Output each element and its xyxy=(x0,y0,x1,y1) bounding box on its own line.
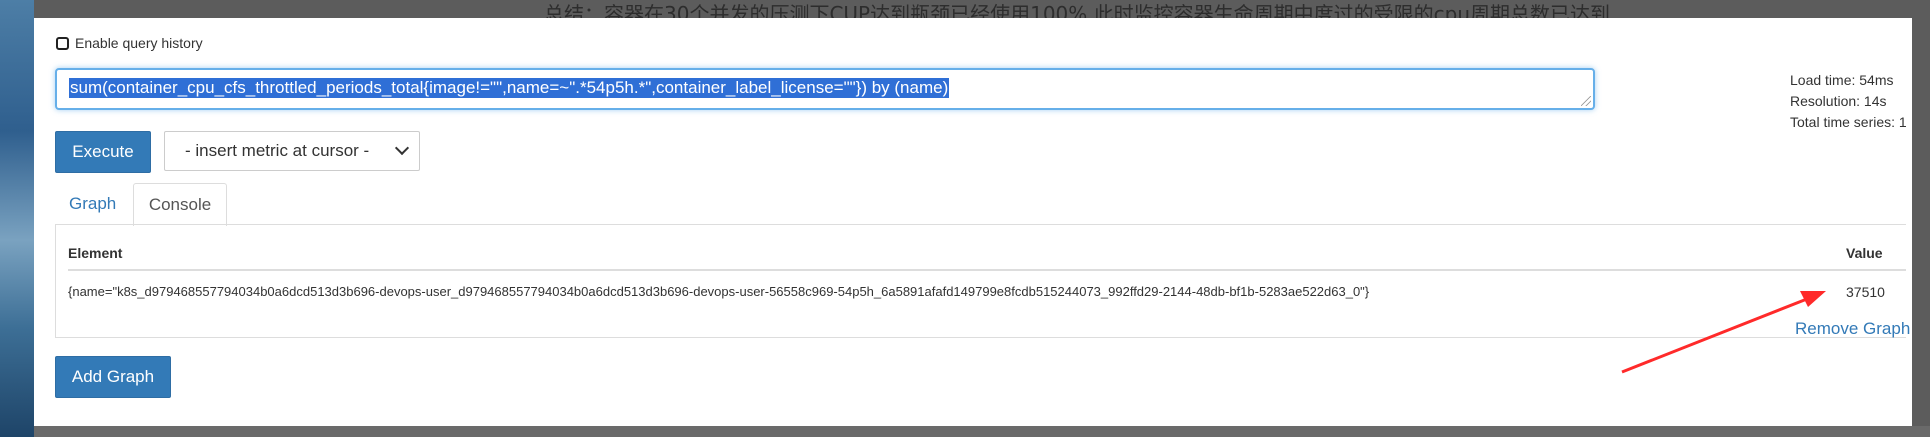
annotation-arrow-icon xyxy=(1621,291,1826,374)
annotation-arrow-line xyxy=(1621,295,1813,374)
